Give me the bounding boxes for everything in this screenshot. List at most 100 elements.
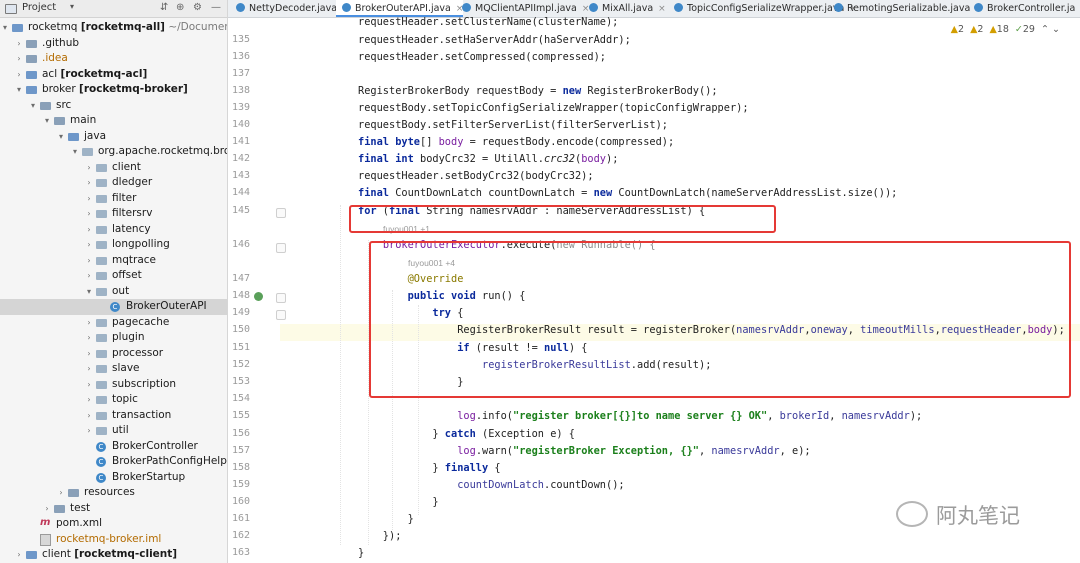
chevron-right-icon[interactable]: ›: [84, 222, 94, 238]
line-number: 160: [231, 496, 250, 507]
package-icon: [96, 256, 107, 265]
line-number: 144: [231, 187, 250, 198]
class-icon: [236, 3, 245, 12]
hide-panel-icon[interactable]: —: [211, 2, 221, 13]
code-line[interactable]: requestHeader.setCompressed(compressed);: [358, 51, 606, 63]
code-line[interactable]: log.info("register broker[{}]to name ser…: [358, 410, 922, 422]
code-line[interactable]: requestHeader.setHaServerAddr(haServerAd…: [358, 34, 631, 46]
code-line[interactable]: final int bodyCrc32 = UtilAll.crc32(body…: [358, 153, 618, 165]
chevron-up-icon[interactable]: ⌃: [1041, 24, 1049, 35]
line-number: 148: [231, 290, 250, 301]
code-line[interactable]: requestBody.setFilterServerList(filterSe…: [358, 119, 668, 131]
project-view-selector[interactable]: Project: [22, 2, 56, 13]
fold-icon[interactable]: [276, 310, 286, 320]
chevron-down-icon[interactable]: ⌄: [1052, 24, 1060, 35]
tab-label: MixAll.java: [602, 3, 654, 14]
line-number: 163: [231, 547, 250, 558]
line-number: 156: [231, 428, 250, 439]
code-line[interactable]: });: [358, 530, 402, 542]
code-line[interactable]: requestBody.setTopicConfigSerializeWrapp…: [358, 102, 749, 114]
editor-tab[interactable]: BrokerController.ja: [968, 0, 1075, 17]
line-number: 155: [231, 410, 250, 421]
code-line[interactable]: countDownLatch.countDown();: [358, 479, 624, 491]
tree-item-label: mqtrace: [112, 253, 156, 269]
project-view-icon: [5, 4, 17, 14]
class-icon: [674, 3, 683, 12]
line-number: 154: [231, 393, 250, 404]
code-line[interactable]: } catch (Exception e) {: [358, 428, 575, 440]
line-number: 138: [231, 85, 250, 96]
class-icon: [342, 3, 351, 12]
tab-label: BrokerOuterAPI.java: [355, 3, 451, 14]
collapse-all-icon[interactable]: ⇵: [160, 2, 168, 13]
fold-icon[interactable]: [276, 208, 286, 218]
line-number: 137: [231, 68, 250, 79]
watermark: 阿丸笔记: [896, 500, 1020, 532]
line-number: 161: [231, 513, 250, 524]
line-number: 152: [231, 359, 250, 370]
line-number: 136: [231, 51, 250, 62]
ok-count: 29: [1022, 24, 1035, 35]
package-icon: [96, 334, 107, 342]
fold-icon[interactable]: [276, 243, 286, 253]
tree-item[interactable]: › latency: [0, 222, 227, 238]
annotation-box-executor: [369, 241, 1071, 398]
module-folder-icon: [12, 24, 23, 32]
chevron-down-icon[interactable]: ▾: [70, 2, 74, 11]
line-number: 149: [231, 307, 250, 318]
line-number: 140: [231, 119, 250, 130]
code-line[interactable]: }: [358, 513, 414, 525]
tab-label: NettyDecoder.java: [249, 3, 338, 14]
editor-tab[interactable]: MQClientAPIImpl.java ×: [456, 0, 589, 17]
code-line[interactable]: } finally {: [358, 462, 500, 474]
tree-item[interactable]: › mqtrace: [0, 253, 227, 269]
line-number: 159: [231, 479, 250, 490]
warning-count-b: 2: [977, 24, 984, 35]
editor-tab[interactable]: BrokerOuterAPI.java ×: [336, 0, 464, 17]
editor-tab[interactable]: RemotingSerializable.java×: [828, 0, 983, 17]
line-number: 150: [231, 324, 250, 335]
project-panel-header: Project ▾ ⇵ ⊕ ⚙ —: [0, 0, 227, 18]
code-line[interactable]: RegisterBrokerBody requestBody = new Reg…: [358, 85, 718, 97]
code-line[interactable]: log.warn("registerBroker Exception, {}",…: [358, 445, 810, 457]
override-icon[interactable]: [254, 292, 263, 301]
class-icon: [462, 3, 471, 12]
tab-label: RemotingSerializable.java: [847, 3, 971, 14]
weak-warning-icon: ▲: [989, 24, 997, 35]
code-line[interactable]: requestHeader.setBodyCrc32(bodyCrc32);: [358, 170, 594, 182]
code-line[interactable]: }: [358, 547, 364, 559]
warning-icon: ▲: [950, 24, 958, 35]
code-line[interactable]: }: [358, 496, 438, 508]
fold-icon[interactable]: [276, 293, 286, 303]
close-icon[interactable]: ×: [658, 4, 666, 14]
line-number: 151: [231, 342, 250, 353]
line-number: 141: [231, 136, 250, 147]
line-number: 157: [231, 445, 250, 456]
inspection-widget[interactable]: ▲2 ▲2 ▲18 ✓29 ⌃ ⌄: [951, 24, 1060, 35]
tree-item-name: rocketmq: [28, 21, 78, 33]
locate-icon[interactable]: ⊕: [176, 2, 184, 13]
code-line[interactable]: final CountDownLatch countDownLatch = ne…: [358, 187, 897, 199]
line-number: 146: [231, 239, 250, 250]
line-number: 139: [231, 102, 250, 113]
line-number: 158: [231, 462, 250, 473]
watermark-text: 阿丸笔记: [936, 504, 1020, 528]
indent-guide: [340, 205, 341, 545]
tree-item-label: latency: [112, 222, 151, 238]
line-number: 147: [231, 273, 250, 284]
check-icon: ✓: [1014, 24, 1023, 35]
wechat-icon: [896, 501, 928, 527]
gear-icon[interactable]: ⚙: [193, 2, 202, 13]
class-icon: [589, 3, 598, 12]
chevron-right-icon[interactable]: ›: [84, 253, 94, 269]
class-icon: [834, 3, 843, 12]
class-icon: [974, 3, 983, 12]
tab-label: MQClientAPIImpl.java: [475, 3, 577, 14]
code-line[interactable]: requestHeader.setClusterName(clusterName…: [358, 16, 618, 28]
editor-tab[interactable]: NettyDecoder.java×: [230, 0, 350, 17]
editor-tab[interactable]: MixAll.java ×: [583, 0, 666, 17]
annotation-box-for-loop: [349, 205, 776, 233]
line-number: 162: [231, 530, 250, 541]
code-line[interactable]: final byte[] body = requestBody.encode(c…: [358, 136, 674, 148]
line-number: 145: [231, 205, 250, 216]
